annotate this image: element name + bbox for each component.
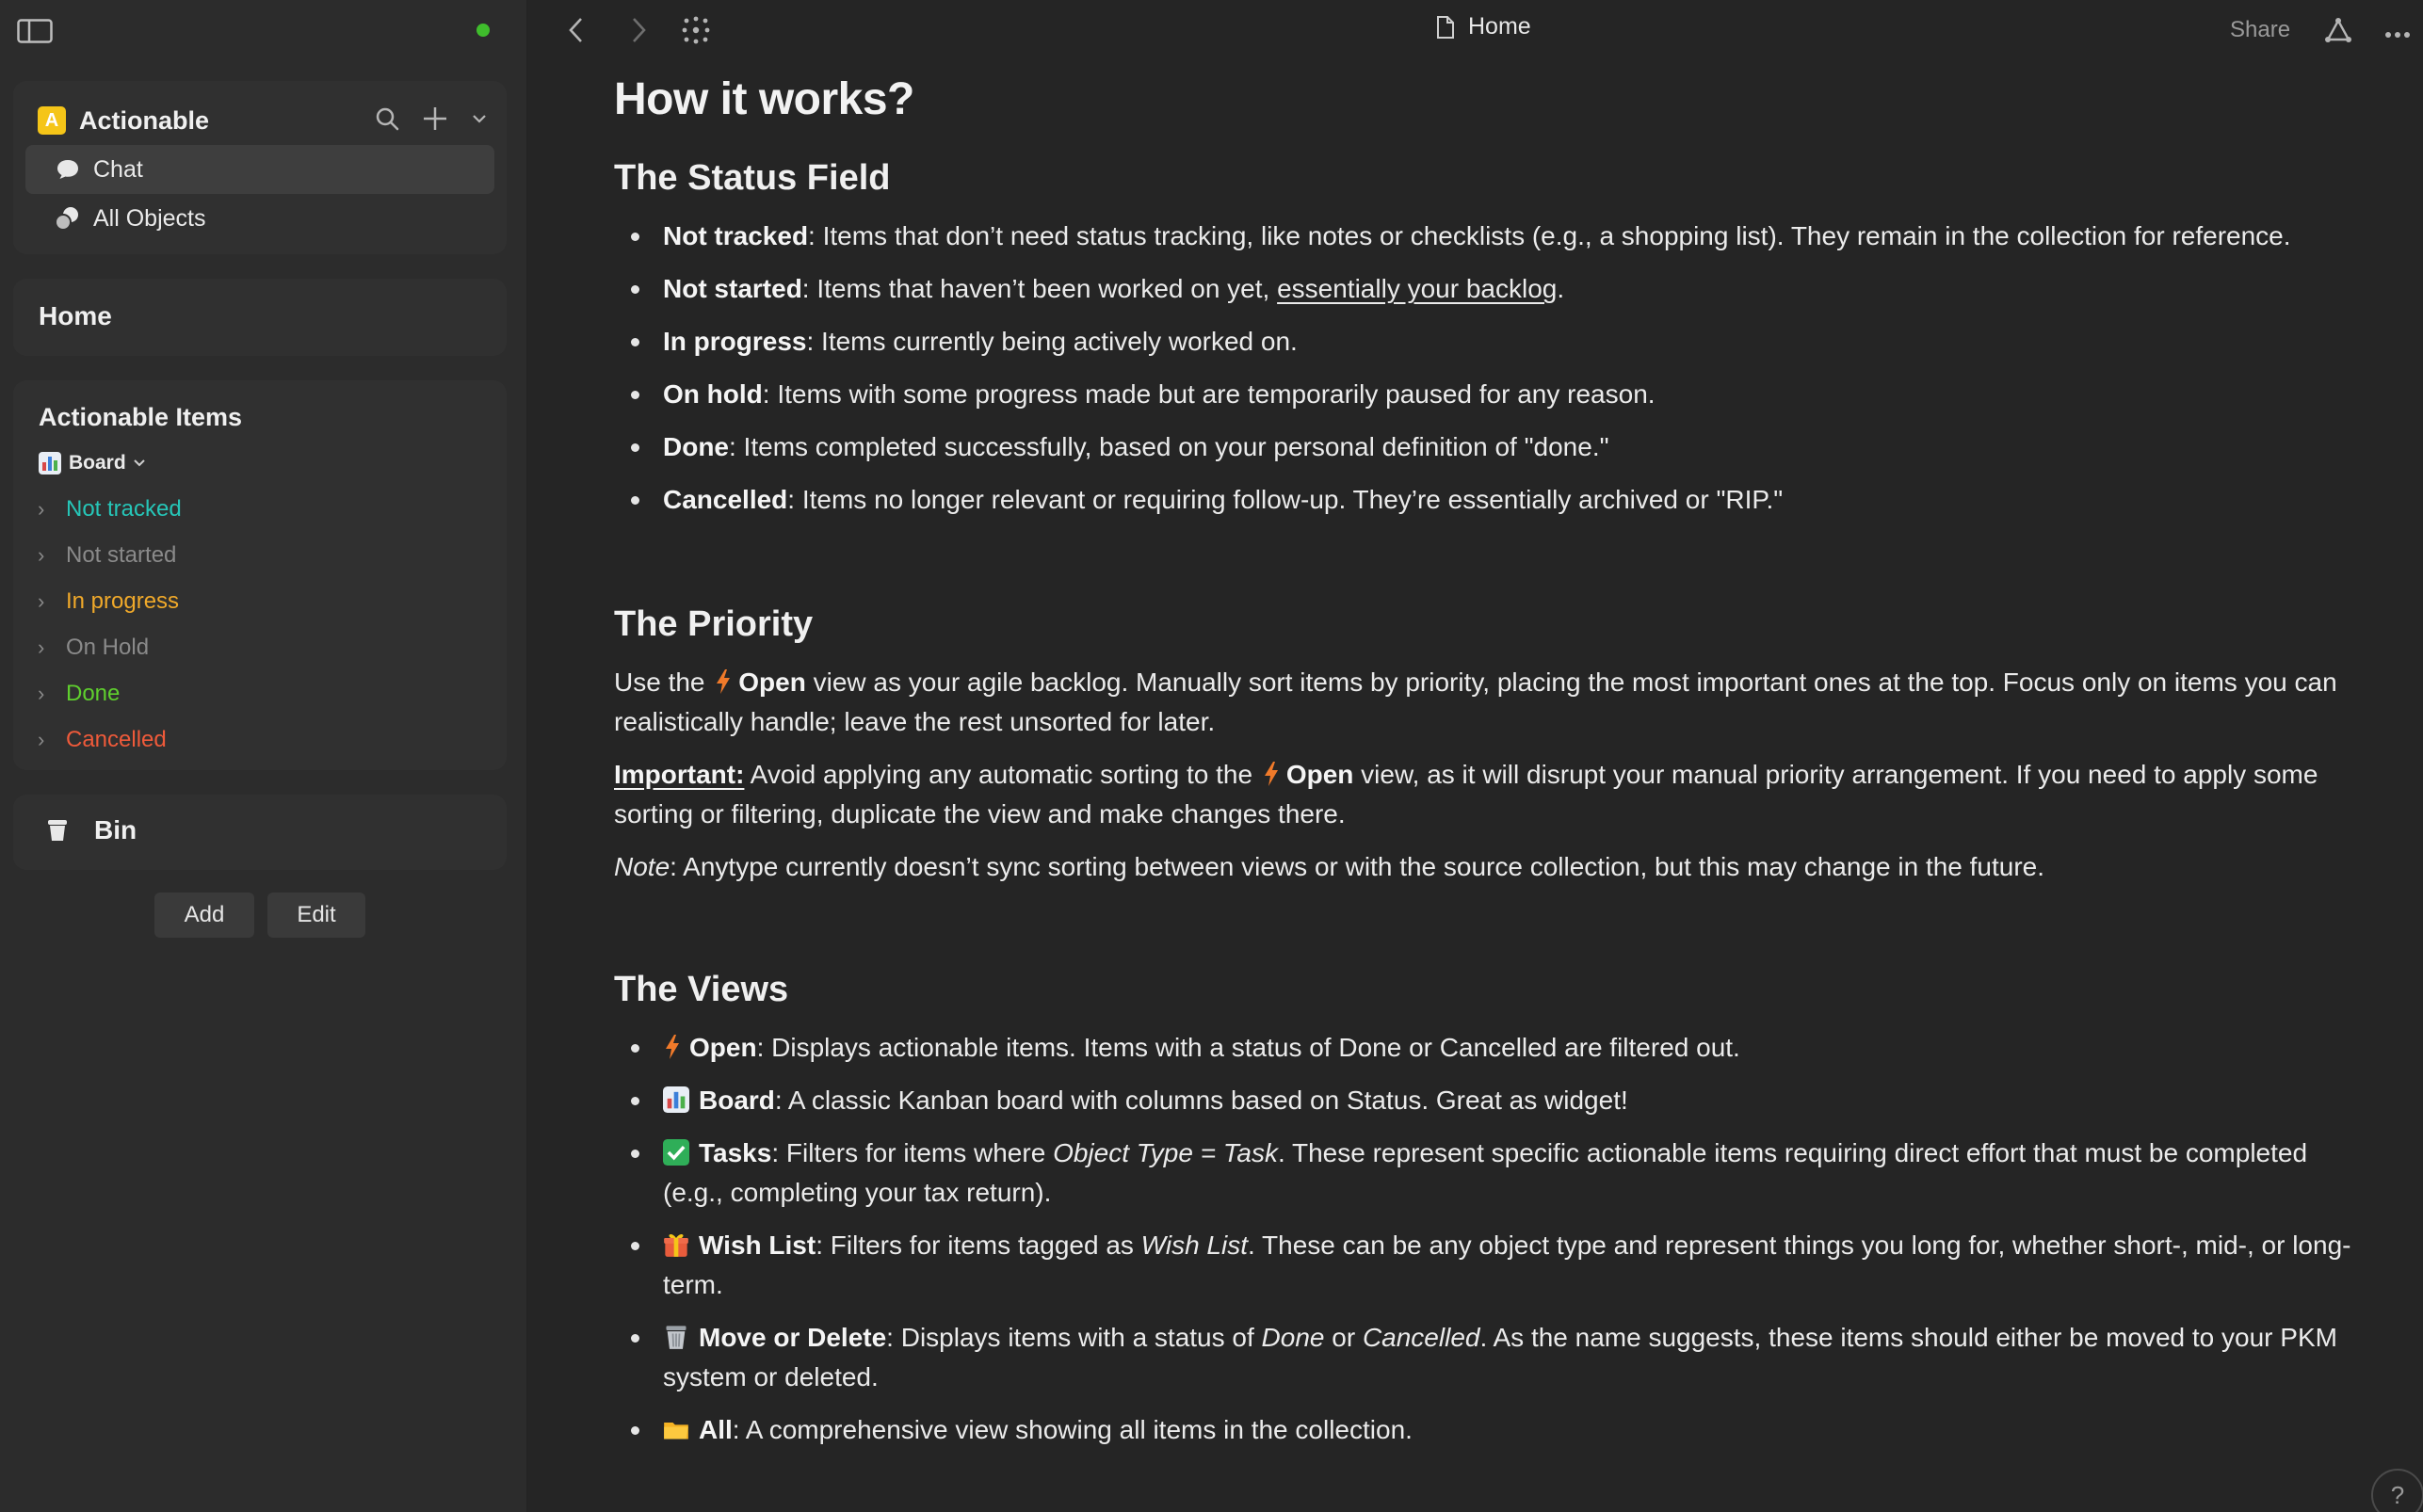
- list-item[interactable]: Open: Displays actionable items. Items w…: [614, 1028, 2366, 1068]
- status-group-on-hold[interactable]: › On Hold: [38, 624, 182, 670]
- list-item[interactable]: Board: A classic Kanban board with colum…: [614, 1081, 2366, 1120]
- trash-bin-icon: [48, 820, 67, 841]
- chevron-right-icon: ›: [38, 635, 45, 659]
- view-name: Board: [69, 452, 126, 474]
- nav-item-label: All Objects: [93, 204, 206, 232]
- gift-icon: [664, 1233, 688, 1257]
- status-group-cancelled[interactable]: › Cancelled: [38, 716, 182, 763]
- actionable-items-widget: Actionable Items Board › Not tracked › N…: [13, 380, 507, 770]
- bin-widget[interactable]: Bin: [13, 795, 507, 870]
- bar-chart-icon: [663, 1086, 689, 1113]
- objects-icon: [54, 204, 82, 233]
- list-item[interactable]: Cancelled: Items no longer relevant or r…: [614, 480, 2291, 520]
- home-widget-title[interactable]: Home: [39, 301, 112, 331]
- status-group-list: › Not tracked › Not started › In progres…: [38, 486, 182, 763]
- chevron-right-icon: ›: [38, 727, 45, 751]
- add-widget-button[interactable]: Add: [154, 893, 254, 938]
- checkmark-icon: [663, 1139, 689, 1166]
- list-item[interactable]: Move or Delete: Displays items with a st…: [614, 1318, 2366, 1397]
- chat-bubble-icon: [54, 155, 82, 184]
- forward-arrow-icon[interactable]: [629, 15, 648, 50]
- add-icon[interactable]: [422, 105, 448, 137]
- priority-paragraph-3[interactable]: Note: Anytype currently doesn’t sync sor…: [614, 847, 2356, 887]
- backlog-link[interactable]: essentially your backlog: [1277, 274, 1557, 303]
- list-item[interactable]: All: A comprehensive view showing all it…: [614, 1410, 2366, 1450]
- status-group-in-progress[interactable]: › In progress: [38, 578, 182, 624]
- space-panel: A Actionable Chat All Objects: [13, 81, 507, 254]
- nav-item-label: Chat: [93, 155, 143, 183]
- list-item[interactable]: On hold: Items with some progress made b…: [614, 375, 2291, 414]
- list-item[interactable]: Tasks: Filters for items where Object Ty…: [614, 1134, 2366, 1213]
- bin-label: Bin: [94, 815, 137, 844]
- list-item[interactable]: Not tracked: Items that don’t need statu…: [614, 217, 2291, 256]
- status-group-done[interactable]: › Done: [38, 670, 182, 716]
- chevron-down-icon: [133, 459, 145, 467]
- status-group-not-tracked[interactable]: › Not tracked: [38, 486, 182, 532]
- list-item[interactable]: Wish List: Filters for items tagged as W…: [614, 1226, 2366, 1305]
- top-bar: Home Share: [527, 0, 2423, 60]
- status-field-list: Not tracked: Items that don’t need statu…: [614, 217, 2291, 533]
- search-icon[interactable]: [375, 106, 399, 136]
- chevron-right-icon: ›: [38, 681, 45, 705]
- nav-item-all-objects[interactable]: All Objects: [25, 194, 494, 243]
- view-selector[interactable]: Board: [39, 452, 147, 475]
- space-name[interactable]: Actionable: [79, 106, 209, 136]
- space-avatar[interactable]: A: [38, 106, 66, 135]
- chevron-right-icon: ›: [38, 588, 45, 613]
- lightning-icon: [666, 1035, 679, 1059]
- views-list: Open: Displays actionable items. Items w…: [614, 1028, 2366, 1463]
- chevron-right-icon: ›: [38, 496, 45, 521]
- status-group-not-started[interactable]: › Not started: [38, 532, 182, 578]
- page-icon: [1437, 15, 1454, 39]
- list-item[interactable]: In progress: Items currently being activ…: [614, 322, 2291, 362]
- help-button[interactable]: ?: [2371, 1469, 2423, 1512]
- chevron-down-icon[interactable]: [471, 112, 488, 129]
- back-arrow-icon[interactable]: [567, 15, 586, 50]
- lightning-icon: [1264, 762, 1278, 786]
- status-field-heading[interactable]: The Status Field: [614, 158, 890, 199]
- share-button[interactable]: Share: [2230, 17, 2290, 43]
- status-label: Cancelled: [66, 726, 167, 752]
- sidebar: A Actionable Chat All Objects Home Actio…: [0, 0, 527, 1512]
- status-label: Not tracked: [66, 495, 182, 522]
- list-item[interactable]: Not started: Items that haven’t been wor…: [614, 269, 2291, 309]
- document-title[interactable]: Home: [1436, 13, 1531, 40]
- home-widget[interactable]: Home: [13, 279, 507, 356]
- page-title[interactable]: How it works?: [614, 73, 914, 125]
- nav-item-chat[interactable]: Chat: [25, 145, 494, 194]
- lightning-icon: [717, 669, 731, 694]
- priority-paragraph-2[interactable]: Important: Avoid applying any automatic …: [614, 755, 2356, 834]
- widget-title[interactable]: Actionable Items: [39, 403, 242, 432]
- status-label: Not started: [66, 541, 177, 568]
- more-options-icon[interactable]: [2384, 26, 2411, 43]
- status-label: Done: [66, 680, 121, 706]
- sidebar-toggle-icon[interactable]: [17, 19, 53, 43]
- edit-widgets-button[interactable]: Edit: [267, 893, 365, 938]
- list-item[interactable]: Done: Items completed successfully, base…: [614, 427, 2291, 467]
- views-heading[interactable]: The Views: [614, 970, 788, 1010]
- bar-chart-icon: [39, 452, 61, 475]
- folder-icon: [664, 1423, 688, 1440]
- relations-icon[interactable]: [2324, 17, 2352, 48]
- wastebasket-icon: [666, 1326, 687, 1349]
- sync-status-dot: [477, 24, 490, 37]
- space-header: A Actionable: [38, 102, 488, 139]
- chevron-right-icon: ›: [38, 542, 45, 567]
- status-label: In progress: [66, 587, 180, 614]
- priority-paragraph-1[interactable]: Use the Open view as your agile backlog.…: [614, 663, 2356, 742]
- document-title-label: Home: [1468, 13, 1531, 40]
- status-label: On Hold: [66, 634, 150, 660]
- graph-icon[interactable]: [681, 15, 711, 50]
- priority-heading[interactable]: The Priority: [614, 604, 813, 645]
